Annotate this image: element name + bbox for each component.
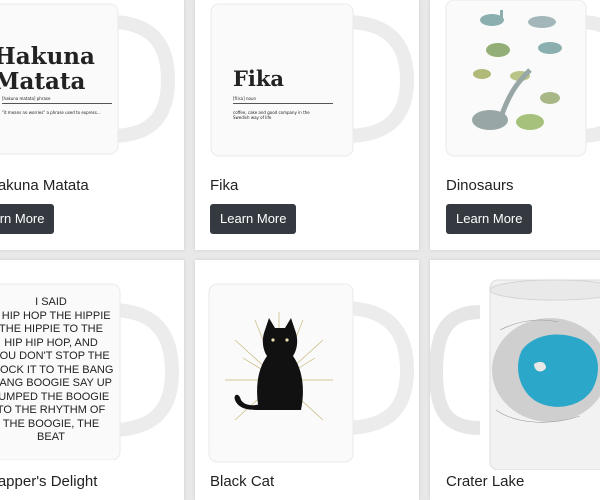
learn-more-button[interactable]: Learn More (0, 204, 55, 234)
mug-subtitle: [fi:ka] noun (233, 96, 333, 104)
product-card-fika: Fika [fi:ka] noun coffee, cake and good … (195, 0, 419, 250)
product-card-dinosaurs: Dinosaurs Learn More (430, 0, 600, 250)
mug-heading: Fika (233, 66, 285, 91)
mug-image (195, 260, 419, 470)
learn-more-button[interactable]: Learn More (446, 204, 533, 234)
product-card-hakuna-matata: Hakuna Matata [hakuna matata] phrase "it… (0, 0, 184, 250)
product-title[interactable]: Crater Lake (446, 473, 524, 490)
mug-heading: Hakuna Matata (0, 43, 95, 95)
learn-more-button[interactable]: Learn More (210, 204, 297, 234)
product-title[interactable]: Hakuna Matata (0, 177, 89, 194)
product-title[interactable]: Black Cat (210, 473, 274, 490)
mug-image (430, 0, 600, 170)
product-card-lyrics: I SAID A HIP HOP THE HIPPIE THE HIPPIE T… (0, 260, 184, 500)
mug-image (430, 260, 600, 470)
product-card-crater-lake: Crater Lake (430, 260, 600, 500)
product-title[interactable]: Dinosaurs (446, 177, 514, 194)
mug-definition: coffee, cake and good company in the Swe… (233, 110, 310, 120)
mug-image (195, 0, 419, 170)
mug-subtitle: [hakuna matata] phrase (2, 96, 112, 104)
mug-lyrics: I SAID A HIP HOP THE HIPPIE THE HIPPIE T… (0, 296, 114, 443)
product-title[interactable]: Rapper's Delight (0, 473, 97, 490)
product-card-black-cat: Black Cat (195, 260, 419, 500)
product-title[interactable]: Fika (210, 177, 238, 194)
mug-definition: "it means no worries" a phrase used to e… (2, 110, 101, 115)
